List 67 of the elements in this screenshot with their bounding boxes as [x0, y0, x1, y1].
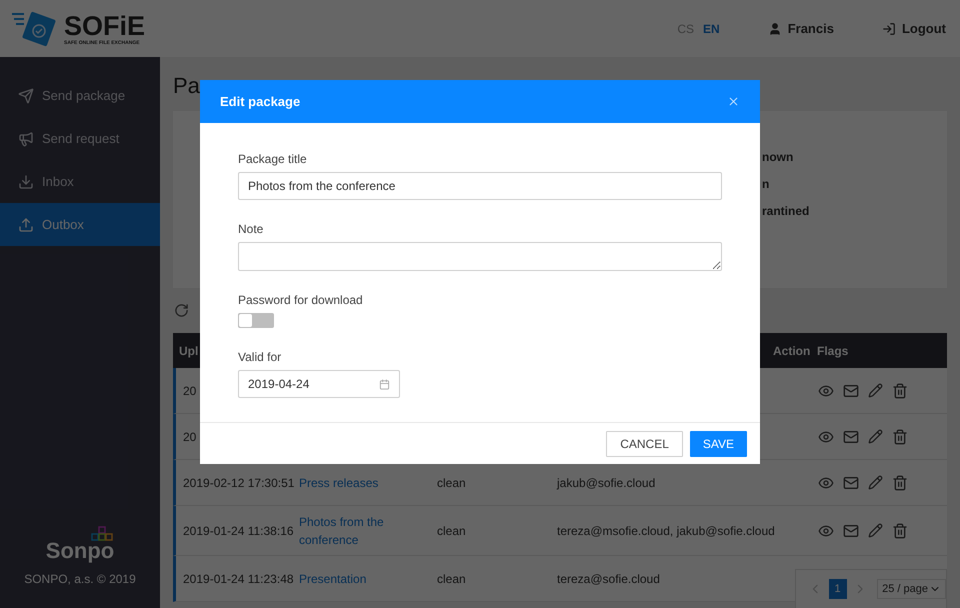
package-title-field[interactable]: Photos from the conference: [238, 172, 722, 200]
field-label: Package title: [238, 152, 307, 167]
filter-label: rantined: [762, 204, 810, 219]
calendar-icon: [379, 378, 390, 390]
mail-icon[interactable]: [843, 382, 859, 398]
table-cell-text: 20: [183, 382, 196, 400]
field-label: Note: [238, 222, 264, 237]
view-icon[interactable]: [818, 474, 834, 490]
edit-icon[interactable]: [868, 429, 883, 444]
send-icon: [18, 88, 34, 104]
table-cell-text: tereza@sofie.cloud: [557, 570, 661, 588]
table-cell-text: tereza@msofie.cloud, jakub@sofie.cloud: [557, 522, 776, 540]
logout-icon: [882, 22, 896, 36]
package-link[interactable]: Photos from the conference: [299, 512, 437, 548]
filter-label: n: [762, 177, 770, 192]
user-icon: [768, 22, 782, 36]
note-field[interactable]: [238, 242, 722, 271]
filter-label: nown: [762, 150, 794, 165]
field-label: Password for download: [238, 293, 363, 308]
delete-icon[interactable]: [892, 382, 908, 398]
column-header: Action: [773, 342, 810, 360]
brand-logo-text: Sonpo: [46, 538, 114, 563]
save-button[interactable]: SAVE: [690, 430, 747, 456]
package-link[interactable]: Presentation: [299, 570, 437, 588]
close-icon[interactable]: [727, 95, 740, 108]
logo-title: SOFiE: [64, 12, 146, 40]
mail-icon[interactable]: [843, 522, 859, 538]
table-cell-text: 2019-01-24 11:23:48: [183, 570, 294, 588]
page-title: Pa: [173, 72, 200, 100]
edit-icon[interactable]: [868, 383, 883, 398]
dialog-title: Edit package: [220, 92, 300, 111]
table-cell-text: 2019-02-12 17:30:51: [183, 474, 294, 492]
logout-button[interactable]: Logout: [882, 18, 946, 38]
download-icon: [18, 174, 34, 190]
megaphone-icon: [18, 130, 34, 146]
language-link[interactable]: EN: [703, 20, 720, 38]
mail-icon[interactable]: [843, 428, 859, 444]
upload-icon: [18, 216, 34, 232]
cancel-button[interactable]: CANCEL: [606, 430, 683, 456]
view-icon[interactable]: [818, 382, 834, 398]
page-size-select[interactable]: 25 / page: [877, 579, 946, 599]
edit-icon[interactable]: [868, 523, 883, 538]
package-link[interactable]: Press releases: [299, 474, 437, 492]
copyright-text: SONPO, a.s. © 2019: [24, 571, 136, 588]
table-cell-text: clean: [437, 570, 467, 588]
table-cell-text: clean: [437, 474, 467, 492]
column-header: Flags: [817, 342, 848, 360]
mail-icon[interactable]: [843, 474, 859, 490]
view-icon[interactable]: [818, 522, 834, 538]
table-cell-text: 2019-01-24 11:38:16: [183, 522, 294, 540]
table-cell-text: jakub@sofie.cloud: [557, 474, 656, 492]
delete-icon[interactable]: [892, 474, 908, 490]
delete-icon[interactable]: [892, 428, 908, 444]
edit-icon[interactable]: [868, 475, 883, 490]
date-field[interactable]: 2019-04-24: [238, 370, 400, 398]
refresh-icon[interactable]: [174, 303, 189, 318]
password-switch[interactable]: [238, 313, 274, 328]
user-menu[interactable]: Francis: [768, 18, 834, 38]
table-cell-text: 20: [183, 428, 196, 446]
table-cell-text: clean: [437, 522, 467, 540]
page-button[interactable]: 1: [828, 579, 847, 599]
field-label: Valid for: [238, 350, 282, 365]
sidebar-item[interactable]: Outbox: [0, 203, 160, 246]
delete-icon[interactable]: [892, 522, 908, 538]
view-icon[interactable]: [818, 428, 834, 444]
brand-squares-icon: [91, 526, 114, 542]
column-header: Upl: [179, 342, 198, 360]
